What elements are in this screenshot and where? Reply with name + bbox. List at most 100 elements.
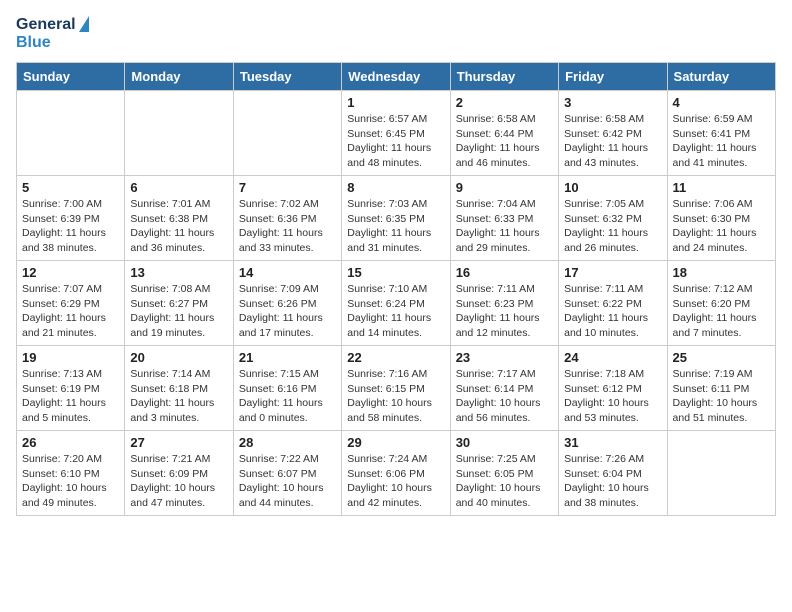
calendar-cell (125, 91, 233, 176)
day-number: 13 (130, 265, 227, 280)
calendar-cell (667, 431, 775, 516)
day-number: 30 (456, 435, 553, 450)
week-row-2: 12Sunrise: 7:07 AM Sunset: 6:29 PM Dayli… (17, 261, 776, 346)
day-number: 29 (347, 435, 444, 450)
calendar-cell: 24Sunrise: 7:18 AM Sunset: 6:12 PM Dayli… (559, 346, 667, 431)
calendar-cell: 6 Sunrise: 7:01 AM Sunset: 6:38 PM Daylig… (125, 176, 233, 261)
calendar-cell: 14Sunrise: 7:09 AM Sunset: 6:26 PM Dayli… (233, 261, 341, 346)
day-info: Sunrise: 7:22 AM Sunset: 6:07 PM Dayligh… (239, 452, 336, 511)
day-number: 18 (673, 265, 770, 280)
calendar-cell: 5 Sunrise: 7:00 AM Sunset: 6:39 PM Daylig… (17, 176, 125, 261)
day-info: Sunrise: 6:59 AM Sunset: 6:41 PM Dayligh… (673, 112, 770, 171)
day-info: Sunrise: 7:11 AM Sunset: 6:22 PM Dayligh… (564, 282, 661, 341)
day-number: 31 (564, 435, 661, 450)
header-friday: Friday (559, 63, 667, 91)
day-number: 11 (673, 180, 770, 195)
calendar-cell: 9 Sunrise: 7:04 AM Sunset: 6:33 PM Daylig… (450, 176, 558, 261)
calendar-cell: 31 Sunrise: 7:26 AM Sunset: 6:04 PM Dayli… (559, 431, 667, 516)
day-info: Sunrise: 7:17 AM Sunset: 6:14 PM Dayligh… (456, 367, 553, 426)
calendar-cell: 30 Sunrise: 7:25 AM Sunset: 6:05 PM Dayli… (450, 431, 558, 516)
day-info: Sunrise: 7:01 AM Sunset: 6:38 PM Dayligh… (130, 197, 227, 256)
calendar-cell: 27 Sunrise: 7:21 AM Sunset: 6:09 PM Dayli… (125, 431, 233, 516)
day-number: 25 (673, 350, 770, 365)
week-row-0: 1Sunrise: 6:57 AM Sunset: 6:45 PM Daylig… (17, 91, 776, 176)
day-info: Sunrise: 7:25 AM Sunset: 6:05 PM Dayligh… (456, 452, 553, 511)
calendar-cell (17, 91, 125, 176)
calendar-cell: 22 Sunrise: 7:16 AM Sunset: 6:15 PM Dayli… (342, 346, 450, 431)
calendar-cell: 4 Sunrise: 6:59 AM Sunset: 6:41 PM Daylig… (667, 91, 775, 176)
day-number: 28 (239, 435, 336, 450)
day-number: 20 (130, 350, 227, 365)
header-saturday: Saturday (667, 63, 775, 91)
day-info: Sunrise: 7:26 AM Sunset: 6:04 PM Dayligh… (564, 452, 661, 511)
header-thursday: Thursday (450, 63, 558, 91)
calendar-cell: 3Sunrise: 6:58 AM Sunset: 6:42 PM Daylig… (559, 91, 667, 176)
calendar-cell: 20Sunrise: 7:14 AM Sunset: 6:18 PM Dayli… (125, 346, 233, 431)
calendar-cell: 19 Sunrise: 7:13 AM Sunset: 6:19 PM Dayli… (17, 346, 125, 431)
day-info: Sunrise: 6:57 AM Sunset: 6:45 PM Dayligh… (347, 112, 444, 171)
day-info: Sunrise: 6:58 AM Sunset: 6:42 PM Dayligh… (564, 112, 661, 171)
day-number: 26 (22, 435, 119, 450)
day-info: Sunrise: 7:08 AM Sunset: 6:27 PM Dayligh… (130, 282, 227, 341)
calendar-cell: 15 Sunrise: 7:10 AM Sunset: 6:24 PM Dayli… (342, 261, 450, 346)
day-number: 16 (456, 265, 553, 280)
logo-text: General Blue (16, 16, 89, 52)
calendar-cell: 17 Sunrise: 7:11 AM Sunset: 6:22 PM Dayli… (559, 261, 667, 346)
day-info: Sunrise: 7:20 AM Sunset: 6:10 PM Dayligh… (22, 452, 119, 511)
day-number: 8 (347, 180, 444, 195)
calendar-cell: 16Sunrise: 7:11 AM Sunset: 6:23 PM Dayli… (450, 261, 558, 346)
calendar-cell: 25 Sunrise: 7:19 AM Sunset: 6:11 PM Dayli… (667, 346, 775, 431)
day-number: 10 (564, 180, 661, 195)
day-info: Sunrise: 7:16 AM Sunset: 6:15 PM Dayligh… (347, 367, 444, 426)
week-row-3: 19 Sunrise: 7:13 AM Sunset: 6:19 PM Dayli… (17, 346, 776, 431)
day-number: 7 (239, 180, 336, 195)
calendar-cell: 8 Sunrise: 7:03 AM Sunset: 6:35 PM Daylig… (342, 176, 450, 261)
week-row-4: 26 Sunrise: 7:20 AM Sunset: 6:10 PM Dayli… (17, 431, 776, 516)
header-tuesday: Tuesday (233, 63, 341, 91)
day-number: 5 (22, 180, 119, 195)
day-info: Sunrise: 7:04 AM Sunset: 6:33 PM Dayligh… (456, 197, 553, 256)
day-number: 15 (347, 265, 444, 280)
day-info: Sunrise: 7:05 AM Sunset: 6:32 PM Dayligh… (564, 197, 661, 256)
day-number: 19 (22, 350, 119, 365)
day-number: 9 (456, 180, 553, 195)
header-sunday: Sunday (17, 63, 125, 91)
day-number: 4 (673, 95, 770, 110)
day-info: Sunrise: 7:15 AM Sunset: 6:16 PM Dayligh… (239, 367, 336, 426)
day-number: 2 (456, 95, 553, 110)
calendar-cell: 12Sunrise: 7:07 AM Sunset: 6:29 PM Dayli… (17, 261, 125, 346)
day-number: 12 (22, 265, 119, 280)
day-info: Sunrise: 7:00 AM Sunset: 6:39 PM Dayligh… (22, 197, 119, 256)
day-info: Sunrise: 6:58 AM Sunset: 6:44 PM Dayligh… (456, 112, 553, 171)
day-info: Sunrise: 7:03 AM Sunset: 6:35 PM Dayligh… (347, 197, 444, 256)
day-number: 22 (347, 350, 444, 365)
calendar-cell: 11 Sunrise: 7:06 AM Sunset: 6:30 PM Dayli… (667, 176, 775, 261)
day-info: Sunrise: 7:06 AM Sunset: 6:30 PM Dayligh… (673, 197, 770, 256)
day-info: Sunrise: 7:18 AM Sunset: 6:12 PM Dayligh… (564, 367, 661, 426)
day-info: Sunrise: 7:10 AM Sunset: 6:24 PM Dayligh… (347, 282, 444, 341)
header-wednesday: Wednesday (342, 63, 450, 91)
calendar-table: SundayMondayTuesdayWednesdayThursdayFrid… (16, 62, 776, 516)
calendar-header-row: SundayMondayTuesdayWednesdayThursdayFrid… (17, 63, 776, 91)
calendar-cell: 21Sunrise: 7:15 AM Sunset: 6:16 PM Dayli… (233, 346, 341, 431)
calendar-cell: 28 Sunrise: 7:22 AM Sunset: 6:07 PM Dayli… (233, 431, 341, 516)
calendar-cell: 13 Sunrise: 7:08 AM Sunset: 6:27 PM Dayli… (125, 261, 233, 346)
day-info: Sunrise: 7:02 AM Sunset: 6:36 PM Dayligh… (239, 197, 336, 256)
logo: General Blue (16, 16, 89, 52)
day-number: 6 (130, 180, 227, 195)
day-number: 17 (564, 265, 661, 280)
day-info: Sunrise: 7:12 AM Sunset: 6:20 PM Dayligh… (673, 282, 770, 341)
calendar-cell: 23 Sunrise: 7:17 AM Sunset: 6:14 PM Dayli… (450, 346, 558, 431)
day-info: Sunrise: 7:09 AM Sunset: 6:26 PM Dayligh… (239, 282, 336, 341)
day-info: Sunrise: 7:24 AM Sunset: 6:06 PM Dayligh… (347, 452, 444, 511)
day-info: Sunrise: 7:13 AM Sunset: 6:19 PM Dayligh… (22, 367, 119, 426)
calendar-cell: 18 Sunrise: 7:12 AM Sunset: 6:20 PM Dayli… (667, 261, 775, 346)
day-number: 27 (130, 435, 227, 450)
week-row-1: 5 Sunrise: 7:00 AM Sunset: 6:39 PM Daylig… (17, 176, 776, 261)
calendar-cell (233, 91, 341, 176)
calendar-cell: 29 Sunrise: 7:24 AM Sunset: 6:06 PM Dayli… (342, 431, 450, 516)
day-number: 23 (456, 350, 553, 365)
day-info: Sunrise: 7:21 AM Sunset: 6:09 PM Dayligh… (130, 452, 227, 511)
calendar-cell: 10 Sunrise: 7:05 AM Sunset: 6:32 PM Dayli… (559, 176, 667, 261)
day-info: Sunrise: 7:19 AM Sunset: 6:11 PM Dayligh… (673, 367, 770, 426)
